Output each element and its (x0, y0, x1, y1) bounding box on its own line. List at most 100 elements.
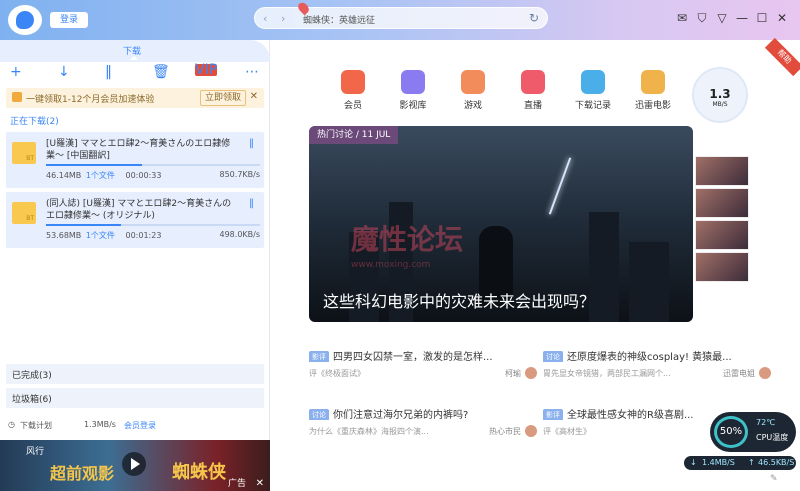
thumbnail[interactable] (695, 156, 749, 186)
download-item[interactable]: [U羅漢] ママとエロ肆2～育美さんのエロ隷修業～ [中国翻訳] ‖ 46.14… (6, 132, 264, 188)
net-speed-widget[interactable]: ↓ 1.4MB/S ↑ 46.5KB/S (684, 456, 796, 470)
edit-icon[interactable]: ✎ (770, 474, 778, 484)
speed-value: 1.3 (709, 87, 731, 101)
download-speed: 850.7KB/s (219, 170, 261, 179)
window-controls: ✉ ⛉ ▽ — ☐ ✕ (672, 11, 792, 26)
thumbnail[interactable] (695, 220, 749, 250)
more-icon[interactable]: ⋯ (245, 64, 259, 80)
ad-tagline: 超前观影 (50, 464, 115, 483)
forward-icon[interactable]: › (281, 12, 285, 25)
download-item[interactable]: (同人誌) [U羅漢] ママとエロ肆2～育美さんのエロ隷修業～ (オリジナル) … (6, 192, 264, 248)
ad-brand: 风行 (26, 447, 45, 457)
file-size: 53.68MB (46, 231, 82, 240)
completed-group[interactable]: 已完成(3) (6, 364, 264, 384)
download-toolbar: + ↓ ‖ 🗑 VIP ⋯ (0, 63, 270, 84)
title-bar: 登录 ‹ › 蜘蛛侠：英雄远征 ↻ ✉ ⛉ ▽ — ☐ ✕ (0, 0, 800, 40)
close-icon[interactable]: ✕ (772, 11, 792, 26)
promo-icon (12, 92, 22, 102)
trash-label: 垃圾箱(6) (12, 395, 52, 405)
news-tag: 影评 (309, 351, 329, 362)
trash-group[interactable]: 垃圾箱(6) (6, 388, 264, 408)
bird-icon (641, 70, 665, 94)
play-icon[interactable] (122, 452, 146, 476)
download-panel: 下载 + ↓ ‖ 🗑 VIP ⋯ 一键领取1-12个月会员加速体验 立即领取 ✕… (0, 40, 270, 491)
bt-file-icon (12, 142, 36, 164)
nav-label: 下载记录 (574, 101, 611, 111)
login-button[interactable]: 登录 (50, 12, 88, 28)
download-plan-link[interactable]: 下载计划 (20, 420, 52, 431)
watermark-text: 魔性论坛 (351, 223, 464, 256)
refresh-icon[interactable]: ↻ (529, 11, 539, 25)
item-pause-icon[interactable]: ‖ (249, 138, 254, 149)
file-count[interactable]: 1个文件 (86, 231, 115, 240)
file-count[interactable]: 1个文件 (86, 171, 115, 180)
news-tag: 讨论 (543, 351, 563, 362)
file-name: (同人誌) [U羅漢] ママとエロ肆2～育美さんのエロ隷修業～ (オリジナル) (46, 199, 232, 221)
avatar (525, 425, 537, 437)
tab-pointer (130, 56, 138, 60)
speed-meter[interactable]: 1.3 MB/S (692, 67, 748, 123)
watermark-url: www.moxing.com (351, 260, 431, 270)
search-bar[interactable]: ‹ › 蜘蛛侠：英雄远征 ↻ (254, 0, 548, 29)
downloading-title[interactable]: 正在下载(2) (10, 114, 59, 127)
news-item[interactable]: 讨论 还原度爆表的神级cosplay! 黄猿最... 胃先显女帝镜猎，两部民工漏网… (543, 348, 771, 380)
news-tag: 讨论 (309, 409, 329, 420)
thumbnail[interactable] (695, 188, 749, 218)
download-arrow-icon[interactable]: ↓ (58, 64, 70, 80)
nav-xunlei-movies[interactable]: 迅雷电影 (623, 70, 683, 111)
gamepad-icon (461, 70, 485, 94)
status-bar: ◷ 下载计划 1.3MB/s 会员登录 (0, 416, 270, 436)
news-author: 热心市民 (489, 427, 521, 436)
hero-thumbnails (695, 156, 749, 284)
time-remaining: 00:01:23 (125, 231, 162, 240)
clock-icon: ◷ (8, 420, 15, 429)
maximize-icon[interactable]: ☐ (752, 11, 772, 26)
progress-bar (46, 164, 260, 166)
ad-banner[interactable]: 风行 超前观影 蜘蛛侠 广告 ✕ (0, 440, 270, 491)
nav-label: 游戏 (463, 101, 482, 111)
film-icon (401, 70, 425, 94)
progress-bar (46, 224, 260, 226)
avatar (759, 367, 771, 379)
nav-member[interactable]: 会员 (323, 70, 383, 111)
thumbnail[interactable] (695, 252, 749, 282)
news-title: 四男四女囚禁一室，激发的是怎样... (333, 352, 493, 362)
mail-icon[interactable]: ✉ (672, 11, 692, 26)
search-text[interactable]: 蜘蛛侠：英雄远征 (303, 13, 375, 26)
cpu-monitor[interactable]: 50% 72℃ CPU温度 (710, 412, 796, 452)
hero-title[interactable]: 这些科幻电影中的灾难未来会出现吗？ (323, 288, 595, 312)
ad-close-icon[interactable]: ✕ (256, 478, 264, 489)
promo-text: 一键领取1-12个月会员加速体验 (26, 95, 155, 105)
vip-icon[interactable]: VIP (195, 63, 217, 77)
time-remaining: 00:00:33 (125, 171, 162, 180)
member-login-link[interactable]: 会员登录 (124, 420, 156, 431)
down-arrow-icon: ↓ (690, 458, 697, 467)
nav-live[interactable]: 直播 (503, 70, 563, 111)
promo-banner: 一键领取1-12个月会员加速体验 立即领取 ✕ (6, 88, 264, 108)
nav-games[interactable]: 游戏 (443, 70, 503, 111)
trash-icon[interactable]: 🗑 (152, 64, 170, 80)
nav-video-library[interactable]: 影视库 (383, 70, 443, 111)
file-name: [U羅漢] ママとエロ肆2～育美さんのエロ隷修業～ [中国翻訳] (46, 139, 231, 161)
plus-icon[interactable]: + (10, 64, 22, 80)
avatar (525, 367, 537, 379)
shirt-icon[interactable]: ⛉ (692, 11, 712, 26)
filter-icon[interactable]: ▽ (712, 11, 732, 26)
nav-download-history[interactable]: 下载记录 (563, 70, 623, 111)
news-item[interactable]: 影评 四男四女囚禁一室，激发的是怎样... 评《终极面试》 柯瑜 (309, 348, 537, 380)
minimize-icon[interactable]: — (732, 11, 752, 26)
cpu-label: CPU温度 (756, 433, 789, 442)
file-size: 46.14MB (46, 171, 82, 180)
tab-download[interactable]: 下载 (0, 40, 270, 62)
hero-tag: 热门讨论 / 11 JUL (309, 126, 399, 144)
news-item[interactable]: 讨论 你们注意过海尔兄弟的内裤吗? 为什么《重庆森林》海报四个演... 热心市民 (309, 406, 537, 438)
pause-icon[interactable]: ‖ (105, 64, 112, 80)
speed-unit: MB/S (712, 101, 728, 108)
claim-button[interactable]: 立即领取 (200, 90, 246, 106)
promo-close-icon[interactable]: ✕ (250, 91, 258, 102)
news-sub: 评《高材生》 (543, 427, 591, 436)
back-icon[interactable]: ‹ (263, 12, 267, 25)
news-sub: 评《终极面试》 (309, 369, 365, 378)
news-title: 还原度爆表的神级cosplay! 黄猿最... (567, 352, 732, 362)
item-pause-icon[interactable]: ‖ (249, 198, 254, 209)
